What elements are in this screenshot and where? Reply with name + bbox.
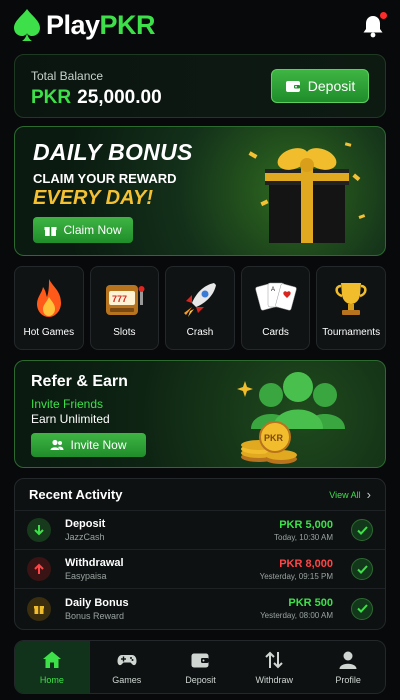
activity-name: Deposit bbox=[65, 518, 106, 530]
bonus-tagline: EVERY DAY! bbox=[33, 187, 154, 209]
activity-title: Recent Activity bbox=[29, 487, 123, 502]
nav-home[interactable]: Home bbox=[15, 641, 90, 693]
notification-dot bbox=[380, 12, 387, 19]
home-icon bbox=[42, 651, 61, 668]
bonus-title: DAILY BONUS bbox=[33, 139, 193, 165]
check-icon bbox=[351, 558, 373, 580]
app-logo[interactable]: PlayPKR bbox=[12, 8, 156, 42]
deposit-button[interactable]: Deposit bbox=[271, 69, 369, 103]
balance-card: Total Balance PKR 25,000.00 Deposit bbox=[14, 54, 386, 118]
activity-amount: PKR 5,000 bbox=[279, 518, 333, 531]
recent-activity-panel: Recent Activity View All › Deposit JazzC… bbox=[14, 478, 386, 630]
activity-time: Today, 10:30 AM bbox=[274, 532, 333, 542]
category-tournaments[interactable]: Tournaments bbox=[316, 266, 386, 350]
balance-value: 25,000.00 bbox=[77, 87, 162, 108]
nav-deposit[interactable]: Deposit bbox=[164, 641, 238, 693]
view-all-label: View All bbox=[329, 489, 361, 500]
category-cards[interactable]: A Cards bbox=[240, 266, 311, 350]
gift-box-icon bbox=[248, 142, 366, 243]
invite-now-button[interactable]: Invite Now bbox=[31, 433, 146, 457]
invite-now-label: Invite Now bbox=[70, 438, 127, 452]
category-label: Tournaments bbox=[322, 327, 381, 338]
bottom-nav: Home Games Deposit Withdraw Profile bbox=[14, 640, 386, 694]
deposit-button-label: Deposit bbox=[307, 78, 356, 94]
view-all-link[interactable]: View All › bbox=[329, 487, 371, 502]
activity-method: JazzCash bbox=[65, 532, 105, 542]
activity-row[interactable]: Daily Bonus Bonus Reward PKR 500 Yesterd… bbox=[15, 589, 385, 628]
logo-text: PlayPKR bbox=[46, 9, 156, 41]
spade-icon bbox=[14, 9, 40, 41]
check-icon bbox=[351, 597, 373, 620]
nav-label: Deposit bbox=[185, 674, 216, 685]
transfer-icon bbox=[265, 651, 283, 668]
refer-line1: Invite Friends bbox=[31, 397, 104, 411]
cards-icon: A bbox=[254, 282, 297, 311]
balance-currency: PKR bbox=[31, 87, 72, 108]
game-categories: Hot Games 777 Slots Crash A Cards Tourna… bbox=[14, 266, 386, 350]
activity-header: Recent Activity View All › bbox=[15, 479, 385, 511]
users-icon bbox=[50, 439, 64, 450]
category-crash[interactable]: Crash bbox=[165, 266, 235, 350]
bonus-subtitle: CLAIM YOUR REWARD bbox=[33, 171, 177, 186]
rocket-icon bbox=[183, 283, 216, 317]
coin-label: PKR bbox=[264, 433, 284, 443]
wallet-icon bbox=[285, 81, 300, 92]
gift-icon bbox=[44, 226, 57, 236]
nav-games[interactable]: Games bbox=[90, 641, 164, 693]
claim-now-label: Claim Now bbox=[63, 223, 122, 237]
refer-earn-banner[interactable]: Refer & Earn Invite Friends Earn Unlimit… bbox=[14, 360, 386, 468]
gamepad-icon bbox=[117, 654, 137, 665]
category-label: Crash bbox=[186, 327, 214, 338]
svg-text:777: 777 bbox=[112, 294, 127, 304]
logo-text-pkr: PKR bbox=[99, 9, 156, 40]
refer-title: Refer & Earn bbox=[31, 373, 128, 390]
activity-amount: PKR 8,000 bbox=[279, 557, 333, 570]
check-icon bbox=[351, 519, 373, 541]
activity-method: Easypaisa bbox=[65, 571, 107, 581]
chevron-right-icon: › bbox=[366, 487, 371, 502]
svg-text:A: A bbox=[271, 287, 275, 293]
activity-row[interactable]: Withdrawal Easypaisa PKR 8,000 Yesterday… bbox=[15, 550, 385, 589]
nav-label: Withdraw bbox=[255, 674, 294, 685]
logo-text-play: Play bbox=[46, 9, 100, 40]
nav-label: Profile bbox=[335, 674, 361, 685]
daily-bonus-banner[interactable]: DAILY BONUS CLAIM YOUR REWARD EVERY DAY!… bbox=[14, 126, 386, 256]
arrow-up-icon bbox=[27, 557, 51, 581]
app-header: PlayPKR bbox=[0, 0, 400, 52]
activity-row[interactable]: Deposit JazzCash PKR 5,000 Today, 10:30 … bbox=[15, 511, 385, 550]
fire-icon bbox=[36, 279, 61, 317]
activity-time: Yesterday, 08:00 AM bbox=[260, 611, 333, 620]
refer-line2: Earn Unlimited bbox=[31, 412, 110, 426]
activity-amount: PKR 500 bbox=[288, 597, 333, 609]
gift-icon bbox=[27, 596, 51, 621]
balance-amount: PKR 25,000.00 bbox=[31, 87, 162, 109]
nav-label: Games bbox=[112, 674, 142, 685]
category-slots[interactable]: 777 Slots bbox=[89, 266, 160, 350]
wallet-icon bbox=[191, 653, 209, 667]
claim-now-button[interactable]: Claim Now bbox=[33, 217, 133, 243]
activity-name: Withdrawal bbox=[65, 557, 124, 569]
user-icon bbox=[339, 651, 357, 669]
category-label: Slots bbox=[113, 327, 136, 338]
nav-withdraw[interactable]: Withdraw bbox=[237, 641, 311, 693]
category-hot-games[interactable]: Hot Games bbox=[14, 266, 84, 350]
arrow-down-icon bbox=[27, 518, 51, 542]
nav-profile[interactable]: Profile bbox=[311, 641, 385, 693]
balance-label: Total Balance bbox=[31, 69, 104, 83]
slot-machine-icon: 777 bbox=[106, 285, 145, 315]
activity-name: Daily Bonus bbox=[65, 596, 129, 609]
nav-label: Home bbox=[39, 674, 64, 685]
category-label: Cards bbox=[262, 327, 289, 338]
category-label: Hot Games bbox=[23, 327, 75, 338]
activity-method: Bonus Reward bbox=[65, 610, 125, 621]
friends-coins-illustration: PKR bbox=[237, 372, 345, 464]
activity-time: Yesterday, 09:15 PM bbox=[259, 571, 333, 581]
trophy-icon bbox=[335, 283, 367, 315]
